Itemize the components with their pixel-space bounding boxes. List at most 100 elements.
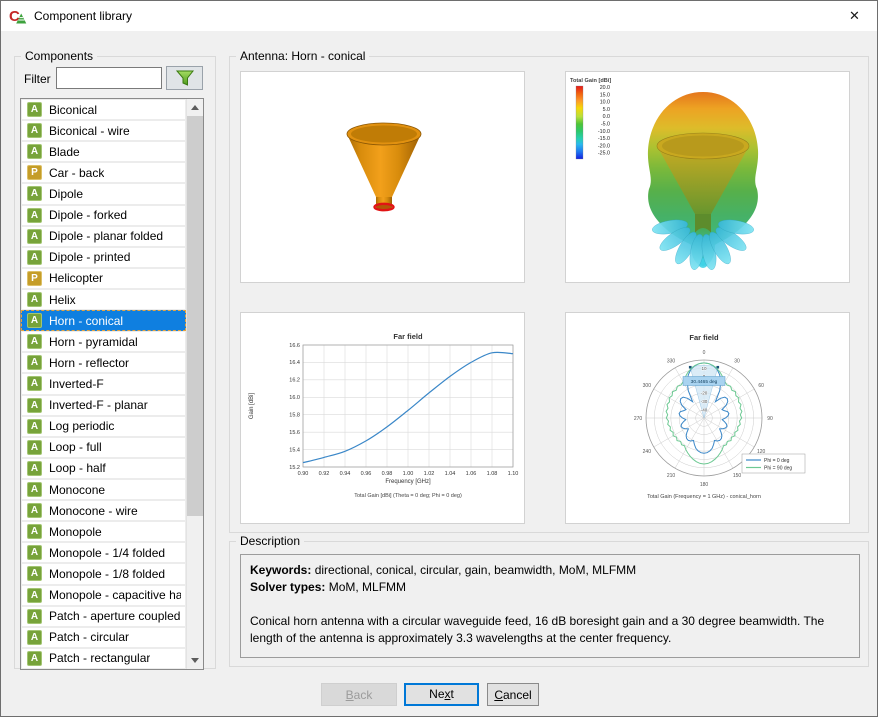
next-button[interactable]: Next xyxy=(404,683,479,706)
svg-text:0.92: 0.92 xyxy=(319,471,330,477)
svg-text:15.8: 15.8 xyxy=(289,413,300,419)
filter-button[interactable] xyxy=(166,66,203,90)
list-item[interactable]: A Blade xyxy=(21,141,186,162)
list-item[interactable]: ALog periodic xyxy=(21,416,186,437)
svg-text:15.0: 15.0 xyxy=(600,92,610,98)
antenna-badge-icon: A xyxy=(27,609,42,624)
antenna-badge-icon: A xyxy=(27,123,42,138)
svg-text:16.0: 16.0 xyxy=(289,395,300,401)
list-item[interactable]: A Biconical - wire xyxy=(21,120,186,141)
list-item[interactable]: ADipole - planar folded xyxy=(21,226,186,247)
list-item[interactable]: ABiconical xyxy=(21,99,186,120)
svg-text:30.4465 deg: 30.4465 deg xyxy=(691,379,718,385)
svg-text:-5.0: -5.0 xyxy=(601,122,610,128)
list-item-label: Patch - rectangular xyxy=(49,651,150,665)
cancel-button[interactable]: Cancel xyxy=(487,683,539,706)
gain-3d-pattern: Total Gain [dBi] 20.015.010.05.00.0-5.0-… xyxy=(566,72,851,284)
svg-text:210: 210 xyxy=(667,473,676,479)
list-item-label: Monopole - 1/8 folded xyxy=(49,567,165,581)
list-item[interactable]: ALoop - half xyxy=(21,458,186,479)
antenna-badge-icon: A xyxy=(27,503,42,518)
farfield-line-chart: 0.900.920.940.960.981.001.021.041.061.08… xyxy=(241,313,526,525)
list-item[interactable]: A Horn - pyramidal xyxy=(21,331,186,352)
list-item[interactable]: ADipole - printed xyxy=(21,247,186,268)
list-item[interactable]: AInverted-F xyxy=(21,373,186,394)
svg-text:16.2: 16.2 xyxy=(289,378,300,384)
list-item-label: Helicopter xyxy=(49,271,103,285)
svg-text:150: 150 xyxy=(733,473,742,479)
list-item[interactable]: A Patch - rectangular xyxy=(21,648,186,669)
farfield-line-chart-panel: 0.900.920.940.960.981.001.021.041.061.08… xyxy=(240,312,525,524)
antenna-badge-icon: A xyxy=(27,229,42,244)
antenna-badge-icon: A xyxy=(27,313,42,328)
list-item[interactable]: PCar - back xyxy=(21,162,186,183)
back-button[interactable]: Back xyxy=(321,683,397,706)
list-item[interactable]: AHelix xyxy=(21,289,186,310)
colorbar: Total Gain [dBi] 20.015.010.05.00.0-5.0-… xyxy=(570,78,611,159)
list-item[interactable]: AHorn - reflector xyxy=(21,352,186,373)
list-item[interactable]: ALoop - full xyxy=(21,437,186,458)
list-scrollbar[interactable] xyxy=(186,99,203,669)
antenna-badge-icon: A xyxy=(27,651,42,666)
list-item[interactable]: A Horn - conical xyxy=(21,310,186,331)
antenna-badge-icon: A xyxy=(27,144,42,159)
antenna-badge-icon: A xyxy=(27,376,42,391)
components-group-title: Components xyxy=(21,49,97,63)
svg-text:16.4: 16.4 xyxy=(289,360,300,366)
svg-text:Frequency [GHz]: Frequency [GHz] xyxy=(385,479,431,485)
list-item[interactable]: AInverted-F - planar xyxy=(21,395,186,416)
svg-text:180: 180 xyxy=(700,482,709,488)
antenna-groupbox: Antenna: Horn - conical xyxy=(229,56,869,533)
close-button[interactable]: ✕ xyxy=(832,1,877,31)
list-item-label: Blade xyxy=(49,145,80,159)
list-item-label: Biconical - wire xyxy=(49,124,130,138)
antenna-badge-icon: A xyxy=(27,334,42,349)
antenna-badge-icon: A xyxy=(27,355,42,370)
funnel-icon xyxy=(173,68,197,88)
titlebar: C Component library ✕ xyxy=(1,1,877,31)
antenna-badge-icon: A xyxy=(27,630,42,645)
description-text: Keywords: directional, conical, circular… xyxy=(240,554,860,658)
scroll-up-button[interactable] xyxy=(187,99,203,116)
antenna-badge-icon: A xyxy=(27,524,42,539)
svg-text:10.0: 10.0 xyxy=(600,100,610,106)
list-item[interactable]: A Monopole - 1/8 folded xyxy=(21,563,186,584)
list-item[interactable]: A Patch - circular xyxy=(21,627,186,648)
list-item-label: Patch - circular xyxy=(49,630,129,644)
list-item-label: Monopole xyxy=(49,525,102,539)
list-item[interactable]: A Monopole - 1/4 folded xyxy=(21,542,186,563)
svg-text:60: 60 xyxy=(758,383,764,389)
antenna-badge-icon: A xyxy=(27,440,42,455)
list-item-label: Monocone xyxy=(49,483,105,497)
list-item[interactable]: ADipole - forked xyxy=(21,205,186,226)
list-item-label: Horn - pyramidal xyxy=(49,335,138,349)
svg-text:0.98: 0.98 xyxy=(382,471,393,477)
svg-text:1.08: 1.08 xyxy=(487,471,498,477)
svg-text:240: 240 xyxy=(643,449,652,455)
list-item-label: Loop - half xyxy=(49,461,106,475)
list-item[interactable]: APatch - aperture coupled xyxy=(21,606,186,627)
scroll-down-button[interactable] xyxy=(187,652,203,669)
list-item[interactable]: AMonocone xyxy=(21,479,186,500)
list-item-label: Log periodic xyxy=(49,419,114,433)
list-item[interactable]: ADipole xyxy=(21,183,186,204)
list-item[interactable]: AMonocone - wire xyxy=(21,500,186,521)
conical-horn-model xyxy=(241,72,526,284)
list-item-label: Helix xyxy=(49,293,76,307)
filter-input[interactable] xyxy=(56,67,162,89)
list-item[interactable]: P Helicopter xyxy=(21,268,186,289)
description-body: Conical horn antenna with a circular wav… xyxy=(250,613,850,647)
svg-text:Gain [dBi]: Gain [dBi] xyxy=(249,393,255,420)
antenna-badge-icon: A xyxy=(27,566,42,581)
svg-text:Total Gain [dBi]: Total Gain [dBi] xyxy=(570,78,611,84)
list-item-label: Monopole - 1/4 folded xyxy=(49,546,165,560)
list-item[interactable]: A Monopole xyxy=(21,521,186,542)
filter-label: Filter xyxy=(24,72,51,86)
list-item[interactable]: AMonopole - capacitive hat xyxy=(21,585,186,606)
svg-text:15.2: 15.2 xyxy=(289,465,300,471)
list-item-label: Horn - conical xyxy=(49,314,123,328)
scrollbar-thumb[interactable] xyxy=(187,116,203,516)
antenna-badge-icon: A xyxy=(27,545,42,560)
svg-text:0: 0 xyxy=(703,350,706,356)
platform-badge-icon: P xyxy=(27,271,42,286)
